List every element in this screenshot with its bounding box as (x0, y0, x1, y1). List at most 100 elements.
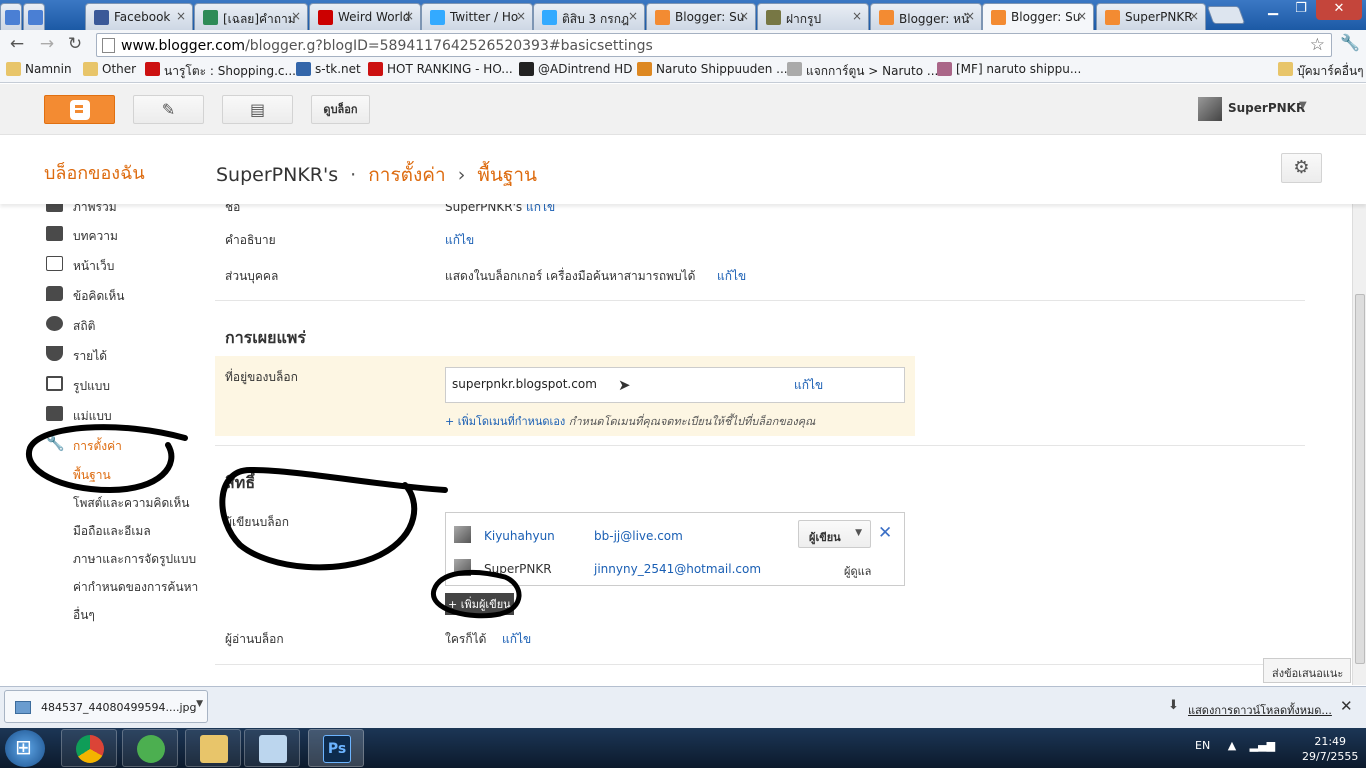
browser-tab[interactable]: Blogger: หน้ × (870, 3, 982, 30)
close-icon[interactable]: ✕ (1340, 697, 1353, 715)
close-tab-icon[interactable]: × (291, 9, 301, 23)
start-button[interactable] (5, 730, 45, 767)
browser-tab[interactable]: Twitter / Ho × (421, 3, 533, 30)
new-tab-button[interactable] (1206, 6, 1246, 24)
description-edit-link[interactable]: แก้ไข (445, 231, 474, 250)
page-scrollbar[interactable] (1352, 204, 1366, 685)
bookmark-item[interactable]: HOT RANKING - HO... (368, 62, 513, 76)
taskbar-photoshop[interactable]: Ps (308, 729, 364, 767)
sidebar-item-stats[interactable]: สถิติ (46, 316, 95, 336)
photoshop-icon: Ps (323, 735, 351, 763)
bookmark-item[interactable]: แจกการ์ตูน > Naruto ... (787, 62, 938, 81)
minimize-window-button[interactable]: ▁ (1260, 0, 1286, 20)
sidebar-subitem-basic[interactable]: พื้นฐาน (73, 466, 111, 485)
blogger-navbar: ✎ ▤ ดูบล็อก SuperPNKR ▼ (0, 84, 1366, 135)
close-tab-icon[interactable]: × (852, 9, 862, 23)
browser-tab[interactable]: Blogger: Su × (646, 3, 756, 30)
browser-tab[interactable]: Facebook × (85, 3, 193, 30)
add-author-button[interactable]: + เพิ่มผู้เขียน (445, 593, 514, 615)
divider (215, 300, 1305, 301)
breadcrumb-settings[interactable]: การตั้งค่า (368, 164, 445, 186)
sidebar-item-settings[interactable]: 🔧 การตั้งค่า (46, 436, 122, 456)
show-all-downloads-link[interactable]: แสดงการดาวน์โหลดทั้งหมด... (1188, 701, 1332, 719)
browser-tab[interactable]: SuperPNKR × (1096, 3, 1206, 30)
bookmark-item[interactable]: นารูโตะ : Shopping.c... (145, 62, 296, 81)
author-email-link[interactable]: bb-jj@live.com (594, 529, 683, 543)
close-tab-icon[interactable]: × (516, 9, 526, 23)
sidebar-subitem-other[interactable]: อื่นๆ (73, 606, 95, 625)
clock[interactable]: 21:49 29/7/2555 (1302, 734, 1358, 764)
sidebar-item-posts[interactable]: บทความ (46, 226, 118, 246)
blog-address-edit-link[interactable]: แก้ไข (794, 376, 823, 395)
chevron-up-icon[interactable]: ▲ (1228, 739, 1236, 752)
reload-button[interactable]: ↻ (64, 34, 86, 54)
sidebar-subitem-mobile-email[interactable]: มือถือและอีเมล (73, 522, 151, 541)
language-indicator[interactable]: EN (1195, 739, 1210, 752)
blog-readers-edit-link[interactable]: แก้ไข (502, 630, 531, 649)
add-custom-domain-link[interactable]: + เพิ่มโดเมนที่กำหนดเอง (445, 415, 565, 428)
posts-list-button[interactable]: ▤ (222, 95, 293, 124)
browser-tab[interactable] (0, 3, 22, 30)
author-email-link[interactable]: jinnyny_2541@hotmail.com (594, 562, 761, 576)
close-tab-icon[interactable]: × (965, 9, 975, 23)
forward-button[interactable]: → (36, 34, 58, 54)
send-feedback-button[interactable]: ส่งข้อเสนอแนะ (1263, 658, 1351, 683)
close-tab-icon[interactable]: × (1189, 9, 1199, 23)
my-blogs-link[interactable]: บล็อกของฉัน (44, 158, 145, 187)
author-name-link[interactable]: Kiyuhahyun (484, 529, 555, 543)
chevron-down-icon[interactable]: ▼ (196, 699, 203, 709)
gear-icon[interactable]: ⚙ (1281, 153, 1322, 183)
browser-tab[interactable]: ติสิบ 3 กรกฎ × (533, 3, 645, 30)
sidebar-item-template[interactable]: แม่แบบ (46, 406, 112, 426)
sidebar-item-layout[interactable]: รูปแบบ (46, 376, 110, 396)
bookmark-item[interactable]: @ADintrend HD (519, 62, 632, 76)
new-post-button[interactable]: ✎ (133, 95, 204, 124)
privacy-edit-link[interactable]: แก้ไข (717, 267, 746, 286)
restore-window-button[interactable]: ❐ (1288, 0, 1314, 20)
bookmark-item[interactable]: บุ๊คมาร์คอื่นๆ (1278, 62, 1364, 81)
bookmark-label: [MF] naruto shippu... (956, 62, 1082, 76)
blog-name: SuperPNKR's (216, 164, 339, 186)
browser-tab[interactable]: Weird World × (309, 3, 421, 30)
browser-tab[interactable]: [เฉลย]คำถาม × (194, 3, 308, 30)
bookmark-item[interactable]: s-tk.net (296, 62, 361, 76)
sidebar-subitem-posts-comments[interactable]: โพสต์และความคิดเห็น (73, 494, 189, 513)
taskbar-notes[interactable] (244, 729, 300, 767)
blogger-logo-button[interactable] (44, 95, 115, 124)
tab-label: SuperPNKR (1125, 10, 1193, 24)
bookmark-item[interactable]: Other (83, 62, 136, 76)
remove-author-icon[interactable]: ✕ (878, 523, 892, 543)
view-blog-button[interactable]: ดูบล็อก (311, 95, 370, 124)
wrench-menu-icon[interactable]: 🔧 (1340, 33, 1360, 52)
taskbar-explorer[interactable] (185, 729, 241, 767)
back-button[interactable]: ← (6, 34, 28, 54)
browser-tab[interactable]: Blogger: Su × (982, 3, 1094, 31)
close-window-button[interactable]: ✕ (1316, 0, 1362, 20)
taskbar-chrome[interactable] (61, 729, 117, 767)
url-text: www.blogger.com/blogger.g?blogID=5894117… (121, 38, 653, 54)
close-tab-icon[interactable]: × (739, 9, 749, 23)
close-tab-icon[interactable]: × (1077, 9, 1087, 23)
pencil-icon: ✎ (161, 100, 176, 119)
sidebar-subitem-language[interactable]: ภาษาและการจัดรูปแบบ (73, 550, 196, 569)
sidebar-item-pages[interactable]: หน้าเว็บ (46, 256, 114, 276)
close-tab-icon[interactable]: × (176, 9, 186, 23)
bookmark-item[interactable]: Namnin (6, 62, 72, 76)
bookmark-item[interactable]: Naruto Shippuuden ... (637, 62, 788, 76)
browser-tab[interactable]: ฝากรูป × (757, 3, 869, 30)
taskbar-utorrent[interactable] (122, 729, 178, 767)
bookmark-item[interactable]: [MF] naruto shippu... (937, 62, 1081, 76)
download-item[interactable]: 484537_44080499594....jpg ▼ (4, 690, 208, 723)
sidebar-subitem-search-prefs[interactable]: ค่ากำหนดของการค้นหา (73, 578, 198, 597)
close-tab-icon[interactable]: × (404, 9, 414, 23)
close-tab-icon[interactable]: × (628, 9, 638, 23)
sidebar-item-comments[interactable]: ข้อคิดเห็น (46, 286, 124, 306)
signal-icon[interactable]: ▂▄▆ (1250, 739, 1275, 752)
scrollbar-thumb[interactable] (1355, 294, 1365, 664)
bookmark-star-icon[interactable]: ☆ (1310, 35, 1325, 55)
address-bar[interactable]: www.blogger.com/blogger.g?blogID=5894117… (96, 33, 1332, 57)
sidebar-item-earnings[interactable]: รายได้ (46, 346, 107, 366)
favicon-icon (94, 10, 109, 25)
browser-tab[interactable] (23, 3, 45, 30)
author-role-dropdown[interactable]: ผู้เขียน ▼ (798, 520, 871, 548)
